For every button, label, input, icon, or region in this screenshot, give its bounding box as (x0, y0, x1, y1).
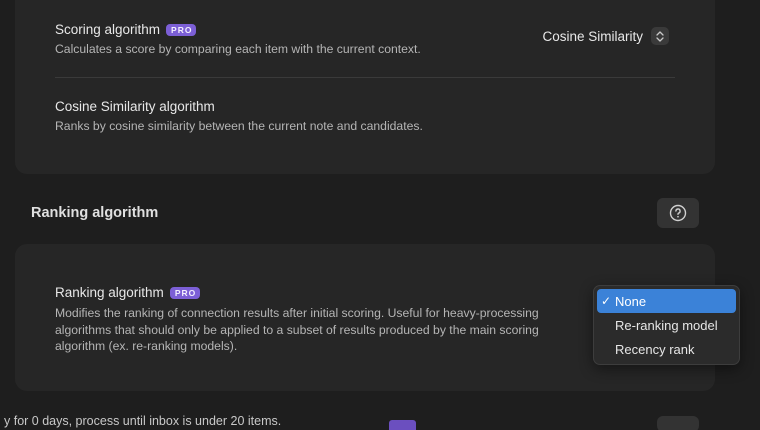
scoring-algorithm-description: Calculates a score by comparing each ite… (55, 42, 421, 56)
next-setting-text: y for 0 days, process until inbox is und… (4, 414, 282, 428)
ranking-description-line: Modifies the ranking of connection resul… (55, 306, 539, 320)
ranking-algorithm-description: Modifies the ranking of connection resul… (55, 305, 575, 355)
pro-badge: PRO (166, 24, 197, 36)
ranking-description-line: algorithm (ex. re-ranking models). (55, 339, 238, 353)
dropdown-option-label: None (615, 293, 647, 309)
ranking-algorithm-dropdown: ✓ None Re-ranking model Recency rank (593, 285, 740, 365)
dropdown-option-label: Recency rank (615, 341, 695, 357)
cosine-similarity-setting: Cosine Similarity algorithm Ranks by cos… (55, 99, 423, 135)
question-circle-icon (669, 204, 687, 222)
settings-page: Scoring algorithm PRO Calculates a score… (0, 0, 760, 430)
cosine-similarity-description: Ranks by cosine similarity between the c… (55, 119, 423, 133)
next-setting-button[interactable] (657, 416, 699, 430)
dropdown-option-none[interactable]: ✓ None (597, 289, 736, 313)
scoring-algorithm-setting: Scoring algorithm PRO Calculates a score… (55, 22, 421, 58)
ranking-algorithm-title-row: Ranking algorithm PRO (55, 285, 575, 301)
scoring-algorithm-selected-value: Cosine Similarity (542, 28, 643, 44)
ranking-section-heading: Ranking algorithm (31, 205, 159, 221)
dropdown-option-re-ranking-model[interactable]: Re-ranking model (597, 313, 736, 337)
divider (55, 77, 675, 78)
scoring-algorithm-title: Scoring algorithm (55, 22, 161, 37)
next-setting-strip: y for 0 days, process until inbox is und… (0, 414, 760, 430)
ranking-algorithm-setting: Ranking algorithm PRO Modifies the ranki… (55, 285, 575, 355)
chevron-up-down-icon (651, 27, 669, 45)
ranking-description-line: algorithms that should only be applied t… (55, 322, 539, 337)
scoring-settings-card: Scoring algorithm PRO Calculates a score… (15, 0, 715, 174)
pro-badge (389, 420, 416, 430)
scoring-algorithm-title-row: Scoring algorithm PRO (55, 22, 421, 38)
cosine-similarity-title: Cosine Similarity algorithm (55, 99, 215, 114)
ranking-algorithm-title: Ranking algorithm (55, 285, 164, 300)
pro-badge: PRO (169, 287, 201, 299)
dropdown-option-label: Re-ranking model (615, 317, 718, 333)
help-button[interactable] (657, 198, 699, 228)
scoring-algorithm-select[interactable]: Cosine Similarity (542, 27, 669, 45)
checkmark-icon: ✓ (601, 294, 612, 308)
dropdown-option-recency-rank[interactable]: Recency rank (597, 337, 736, 361)
